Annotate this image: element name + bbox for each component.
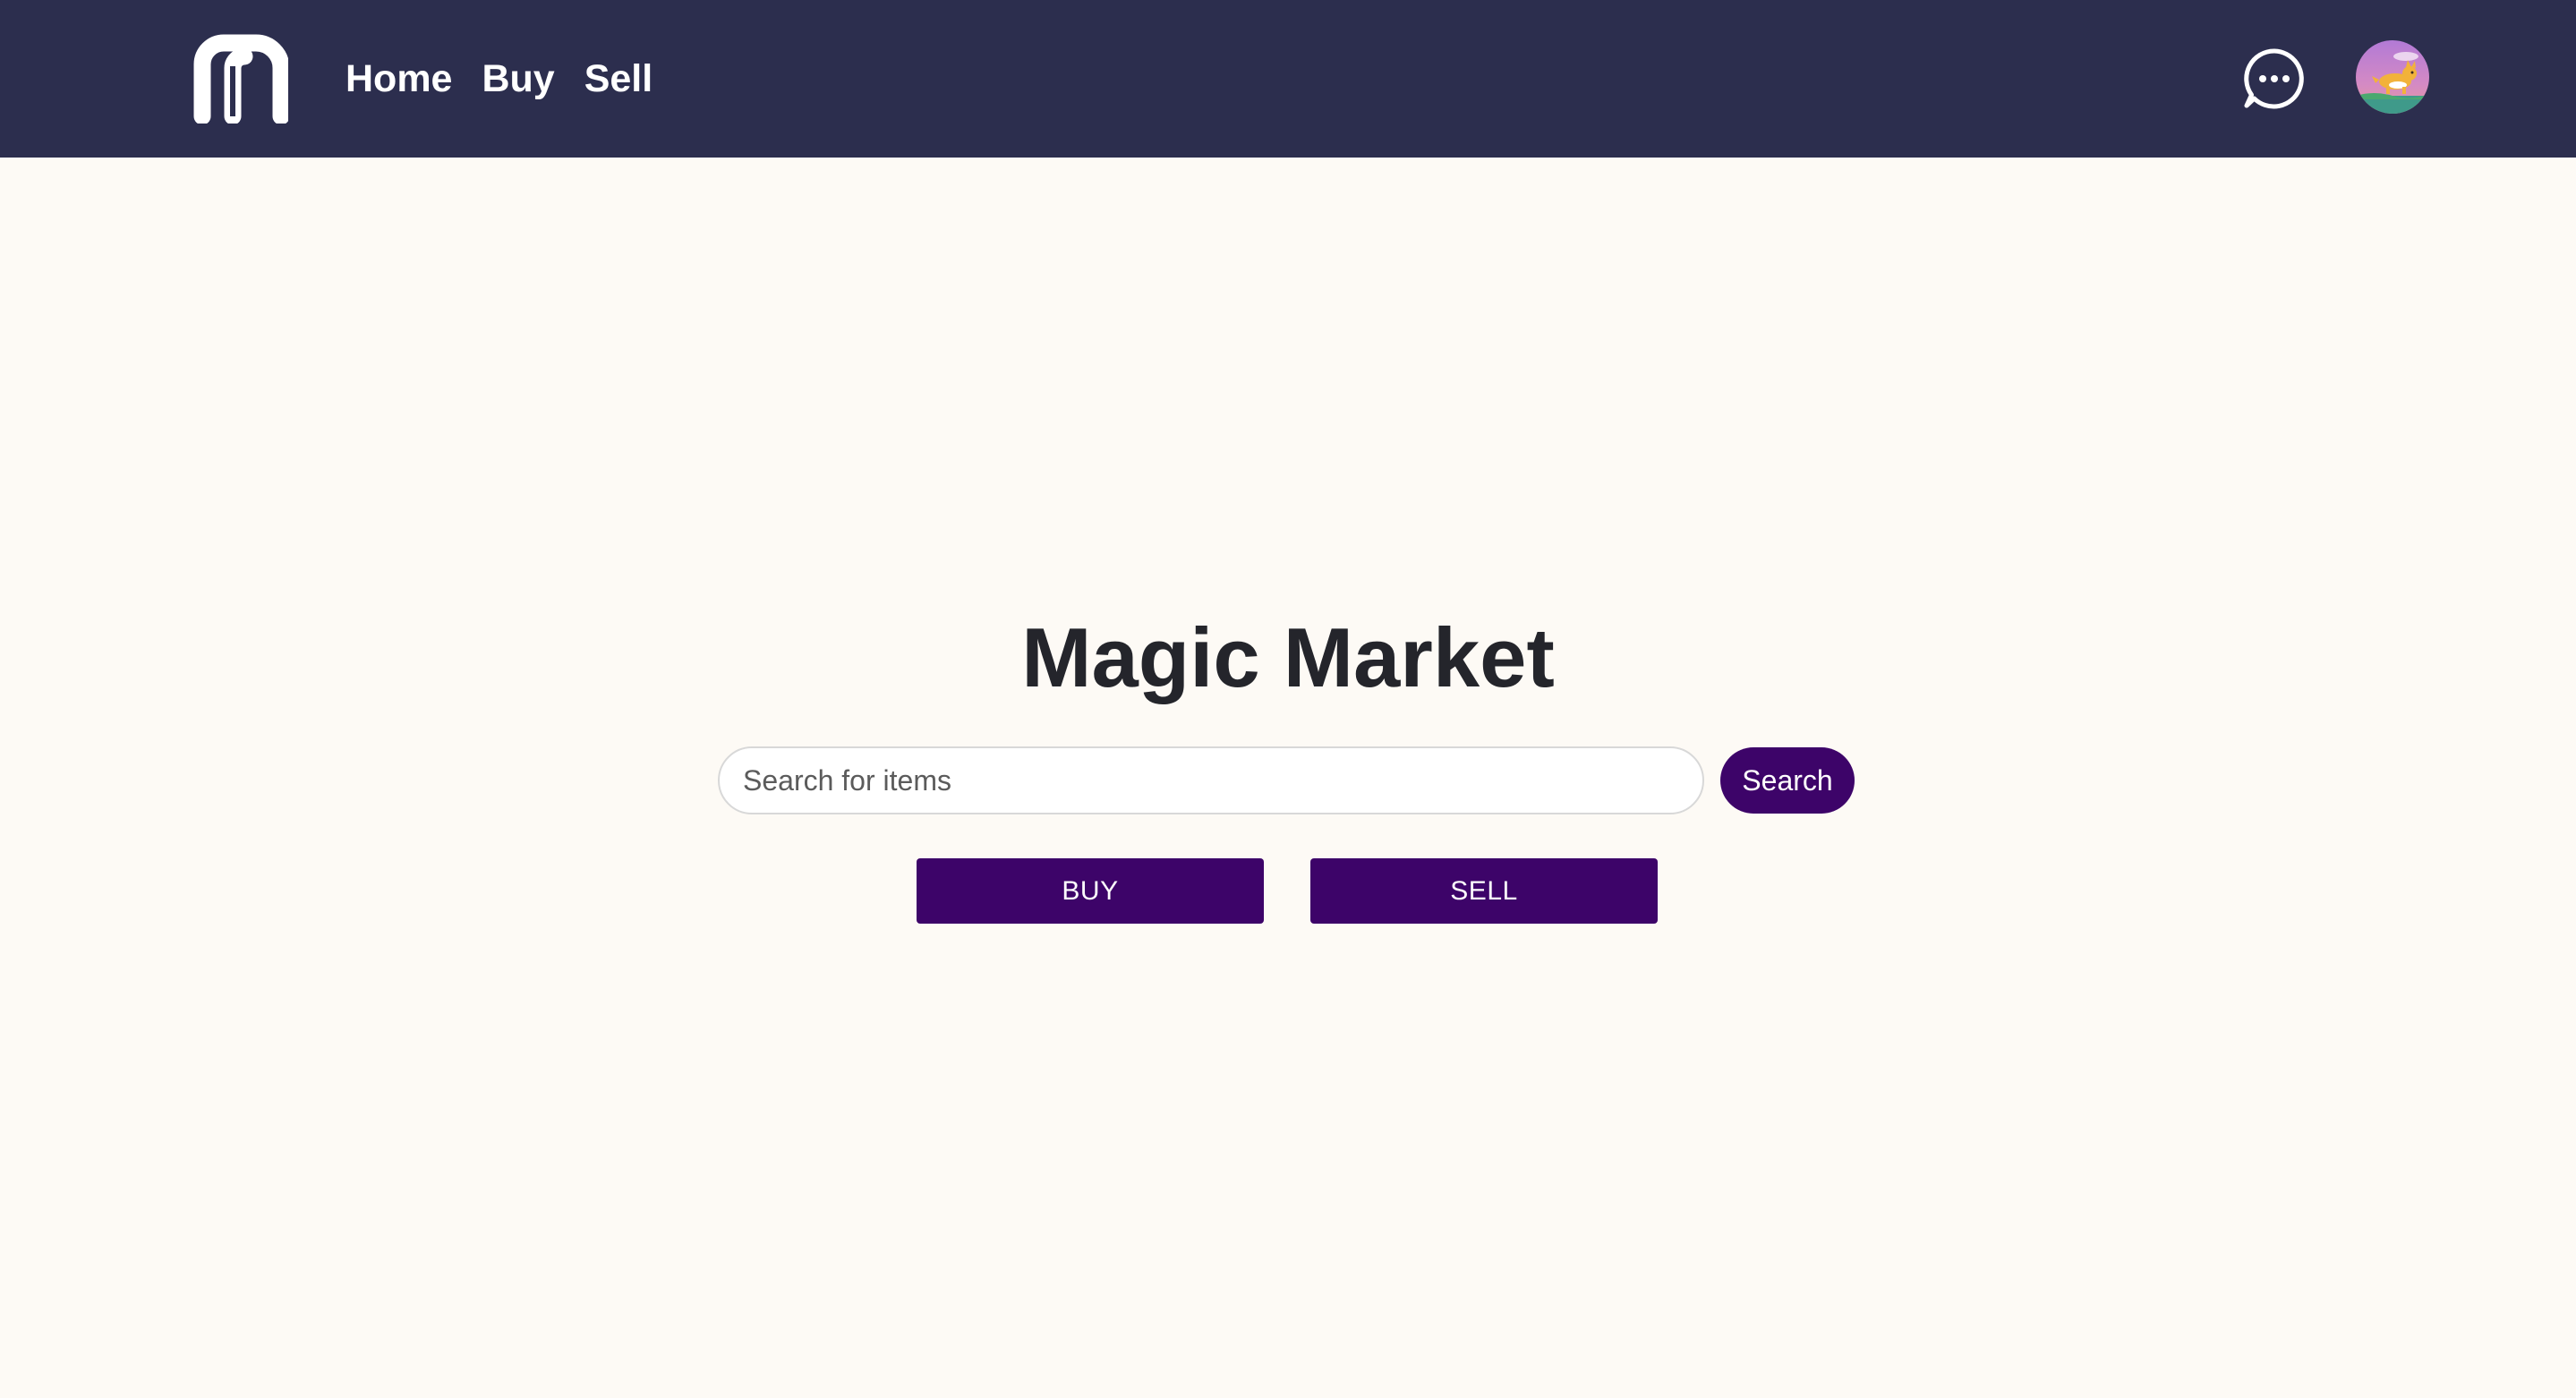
- chat-bubble-icon[interactable]: [2242, 47, 2307, 111]
- top-navigation-bar: Home Buy Sell: [0, 0, 2576, 158]
- search-button[interactable]: Search: [1720, 747, 1855, 814]
- magic-market-logo-icon[interactable]: [193, 30, 288, 124]
- buy-button[interactable]: BUY: [917, 858, 1264, 924]
- main-nav: Home Buy Sell: [345, 50, 682, 107]
- search-input[interactable]: [718, 746, 1704, 814]
- nav-sell-link[interactable]: Sell: [584, 57, 653, 101]
- nav-home-link[interactable]: Home: [345, 57, 452, 101]
- nav-buy-link[interactable]: Buy: [482, 57, 554, 101]
- sell-button[interactable]: SELL: [1310, 858, 1658, 924]
- page-title: Magic Market: [1021, 610, 1555, 704]
- user-avatar-icon[interactable]: [2356, 40, 2429, 114]
